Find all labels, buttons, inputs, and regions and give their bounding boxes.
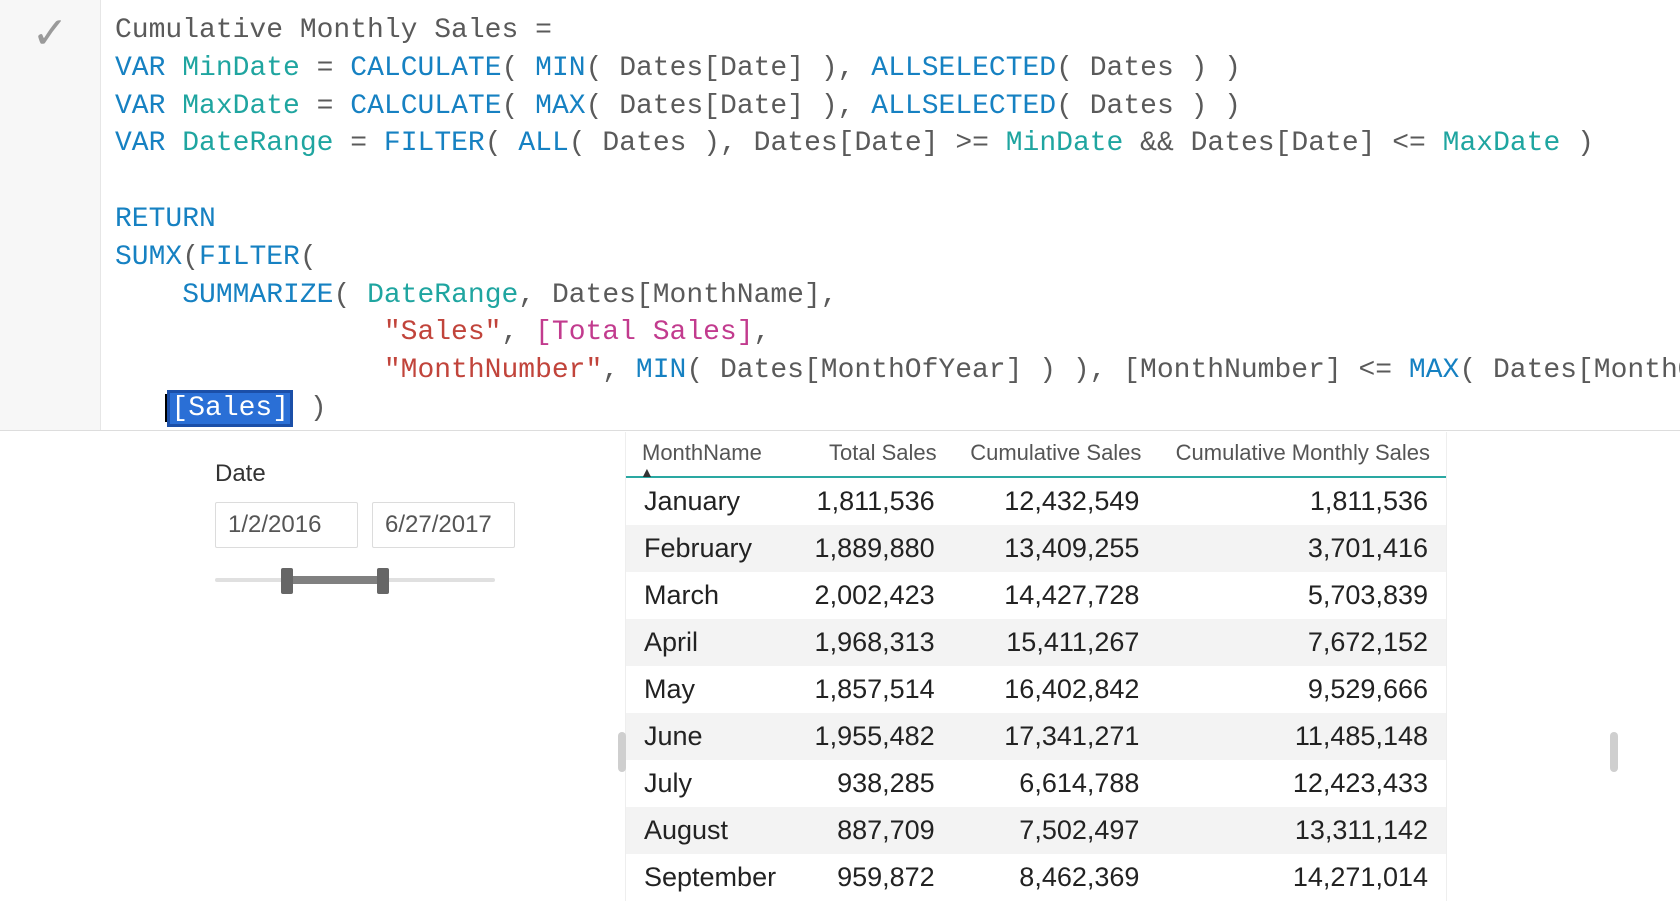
cell-cum: 13,409,255: [953, 525, 1158, 572]
cell-total: 1,811,536: [795, 477, 952, 525]
cell-total: 887,709: [795, 807, 952, 854]
cell-cum: 14,427,728: [953, 572, 1158, 619]
cell-cms: 1,811,536: [1157, 477, 1446, 525]
sales-table: MonthName▲ Total Sales Cumulative Sales …: [626, 432, 1446, 901]
cell-month: March: [626, 572, 795, 619]
sort-asc-icon: ▲: [640, 464, 654, 480]
cell-cms: 11,485,148: [1157, 713, 1446, 760]
cell-cms: 9,529,666: [1157, 666, 1446, 713]
cell-month: May: [626, 666, 795, 713]
cell-total: 959,872: [795, 854, 952, 901]
cell-cms: 12,423,433: [1157, 760, 1446, 807]
cell-cms: 14,271,014: [1157, 854, 1446, 901]
cell-month: February: [626, 525, 795, 572]
table-row[interactable]: February1,889,88013,409,2553,701,416: [626, 525, 1446, 572]
col-cumsales[interactable]: Cumulative Sales: [953, 432, 1158, 477]
dax-editor[interactable]: Cumulative Monthly Sales = VAR MinDate =…: [101, 0, 1680, 430]
commit-check-icon[interactable]: ✓: [32, 12, 69, 56]
cell-total: 938,285: [795, 760, 952, 807]
cell-cum: 12,432,549: [953, 477, 1158, 525]
cell-month: January: [626, 477, 795, 525]
scroll-indicator-right[interactable]: [1610, 732, 1618, 772]
date-start-input[interactable]: 1/2/2016: [215, 502, 358, 548]
sales-table-visual[interactable]: MonthName▲ Total Sales Cumulative Sales …: [625, 432, 1447, 901]
col-monthname[interactable]: MonthName▲: [626, 432, 795, 477]
cell-cms: 3,701,416: [1157, 525, 1446, 572]
slider-thumb-end[interactable]: [377, 568, 389, 594]
formula-bar: ✓ Cumulative Monthly Sales = VAR MinDate…: [0, 0, 1680, 431]
cell-total: 1,889,880: [795, 525, 952, 572]
selected-text[interactable]: [Sales]: [167, 390, 293, 427]
cell-month: July: [626, 760, 795, 807]
slider-thumb-start[interactable]: [281, 568, 293, 594]
cell-cms: 7,672,152: [1157, 619, 1446, 666]
table-header-row: MonthName▲ Total Sales Cumulative Sales …: [626, 432, 1446, 477]
table-row[interactable]: August887,7097,502,49713,311,142: [626, 807, 1446, 854]
cell-cum: 17,341,271: [953, 713, 1158, 760]
cell-cum: 7,502,497: [953, 807, 1158, 854]
cell-month: September: [626, 854, 795, 901]
cell-cum: 15,411,267: [953, 619, 1158, 666]
table-row[interactable]: July938,2856,614,78812,423,433: [626, 760, 1446, 807]
date-end-input[interactable]: 6/27/2017: [372, 502, 515, 548]
cell-total: 2,002,423: [795, 572, 952, 619]
slider-range: [285, 576, 385, 584]
cell-cms: 5,703,839: [1157, 572, 1446, 619]
date-range-slider[interactable]: [215, 570, 495, 590]
col-cms[interactable]: Cumulative Monthly Sales: [1157, 432, 1446, 477]
col-totalsales[interactable]: Total Sales: [795, 432, 952, 477]
cell-cum: 8,462,369: [953, 854, 1158, 901]
cell-month: June: [626, 713, 795, 760]
table-row[interactable]: June1,955,48217,341,27111,485,148: [626, 713, 1446, 760]
scroll-indicator-left[interactable]: [618, 732, 626, 772]
cell-total: 1,857,514: [795, 666, 952, 713]
commit-column: ✓: [0, 0, 101, 430]
date-slicer[interactable]: Date 1/2/2016 6/27/2017: [215, 460, 515, 590]
cell-cum: 16,402,842: [953, 666, 1158, 713]
cell-total: 1,955,482: [795, 713, 952, 760]
cell-month: April: [626, 619, 795, 666]
cell-cum: 6,614,788: [953, 760, 1158, 807]
cell-total: 1,968,313: [795, 619, 952, 666]
table-row[interactable]: April1,968,31315,411,2677,672,152: [626, 619, 1446, 666]
slicer-title: Date: [215, 460, 515, 488]
cell-cms: 13,311,142: [1157, 807, 1446, 854]
table-row[interactable]: January1,811,53612,432,5491,811,536: [626, 477, 1446, 525]
table-row[interactable]: May1,857,51416,402,8429,529,666: [626, 666, 1446, 713]
cell-month: August: [626, 807, 795, 854]
table-row[interactable]: September959,8728,462,36914,271,014: [626, 854, 1446, 901]
table-row[interactable]: March2,002,42314,427,7285,703,839: [626, 572, 1446, 619]
